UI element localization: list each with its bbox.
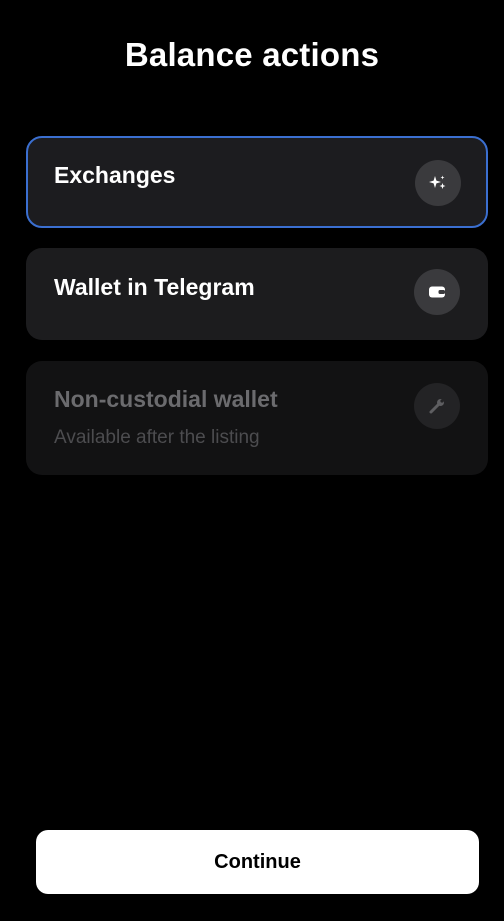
option-non-custodial-wallet: Non-custodial wallet Available after the… [26, 361, 488, 475]
wallet-icon [414, 269, 460, 315]
option-non-custodial-wallet-label: Non-custodial wallet [54, 386, 278, 412]
option-exchanges-label: Exchanges [54, 162, 176, 188]
wrench-icon [414, 383, 460, 429]
sparkles-icon [415, 160, 461, 206]
option-wallet-in-telegram-label: Wallet in Telegram [54, 274, 255, 300]
option-wallet-in-telegram[interactable]: Wallet in Telegram [26, 248, 488, 340]
page-title: Balance actions [124, 36, 380, 73]
option-exchanges[interactable]: Exchanges [26, 136, 488, 228]
continue-button[interactable]: Continue [36, 830, 479, 894]
option-non-custodial-wallet-subtitle: Available after the listing [54, 427, 260, 448]
